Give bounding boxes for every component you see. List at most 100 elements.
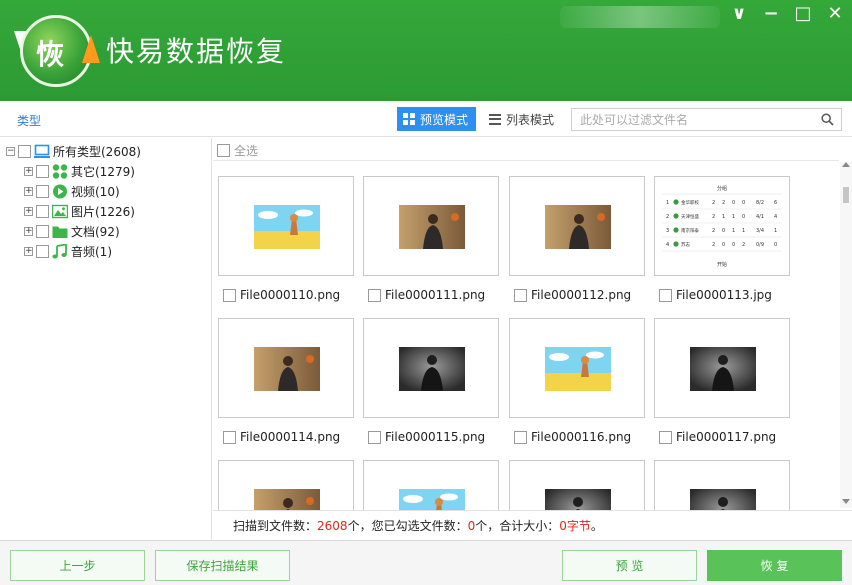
status-bar: 扫描到文件数： 2608 个，您已勾选文件数： 0 个，合计大小： 0字节 。	[213, 510, 852, 540]
file-name-row[interactable]: File0000111.png	[368, 288, 485, 302]
scroll-thumb[interactable]	[843, 187, 849, 203]
svg-text:0: 0	[732, 200, 735, 206]
file-checkbox[interactable]	[223, 288, 236, 302]
file-checkbox[interactable]	[368, 288, 381, 302]
file-name: File0000115.png	[385, 430, 486, 444]
search-icon[interactable]	[821, 113, 834, 126]
file-checkbox[interactable]	[514, 430, 527, 444]
scroll-down-icon[interactable]	[842, 499, 850, 504]
file-name: File0000117.png	[676, 430, 777, 444]
tree-checkbox-all[interactable]	[18, 144, 31, 158]
select-all-checkbox[interactable]	[217, 143, 230, 157]
tree-checkbox[interactable]	[36, 164, 49, 178]
expand-toggle[interactable]: +	[24, 246, 33, 256]
preview-button[interactable]: 预 览	[562, 550, 697, 581]
tree-checkbox[interactable]	[36, 204, 49, 218]
file-name: File0000114.png	[240, 430, 341, 444]
toolbar: 类型 预览模式 列表模式	[0, 101, 852, 137]
select-all-label: 全选	[234, 143, 259, 158]
file-checkbox[interactable]	[659, 288, 672, 302]
file-name-row[interactable]: File0000116.png	[514, 430, 631, 444]
expand-toggle[interactable]: +	[24, 166, 33, 176]
tree-item-images[interactable]: + 图片(1226)	[24, 202, 135, 220]
expand-toggle[interactable]: +	[24, 206, 33, 216]
svg-text:8/2: 8/2	[756, 200, 764, 206]
music-note-icon	[52, 243, 67, 258]
folder-icon	[52, 226, 68, 238]
file-checkbox[interactable]	[223, 430, 236, 444]
svg-text:0: 0	[722, 242, 725, 248]
svg-text:2: 2	[712, 200, 715, 206]
close-button[interactable]: ✕	[824, 4, 846, 24]
file-thumbnail[interactable]	[218, 318, 354, 418]
status-scanned-count: 2608	[317, 518, 348, 533]
collapse-icon[interactable]: ∨	[728, 4, 750, 24]
svg-text:0/9: 0/9	[756, 242, 764, 248]
tree-checkbox[interactable]	[36, 224, 49, 238]
tree-item-other[interactable]: + 其它(1279)	[24, 162, 135, 180]
minimize-button[interactable]: −	[760, 4, 782, 24]
tree-item-documents[interactable]: + 文档(92)	[24, 222, 120, 240]
svg-text:4: 4	[666, 242, 669, 248]
file-name-row[interactable]: File0000115.png	[368, 430, 485, 444]
svg-text:6: 6	[774, 200, 777, 206]
file-checkbox[interactable]	[514, 288, 527, 302]
status-checked-count: 0	[467, 518, 476, 533]
expand-toggle[interactable]: +	[24, 186, 33, 196]
status-total-size: 0字节	[559, 519, 591, 533]
file-thumbnail[interactable]	[363, 176, 499, 276]
svg-text:3: 3	[666, 228, 669, 234]
expand-toggle[interactable]: +	[24, 226, 33, 236]
file-thumbnail[interactable]	[509, 176, 645, 276]
window-controls: ∨ − □ ✕	[728, 4, 846, 24]
svg-text:1: 1	[774, 228, 777, 234]
computer-icon	[34, 144, 50, 158]
tree-checkbox[interactable]	[36, 184, 49, 198]
tree-item-audio[interactable]: + 音频(1)	[24, 242, 112, 260]
thumbnail-image	[399, 205, 465, 252]
recover-button[interactable]: 恢 复	[707, 550, 842, 581]
thumbnail-image	[254, 205, 320, 252]
file-thumbnail[interactable]	[654, 318, 790, 418]
prev-step-button[interactable]: 上一步	[10, 550, 145, 581]
filter-input[interactable]	[572, 109, 812, 130]
svg-text:2: 2	[666, 214, 669, 220]
list-mode-button[interactable]: 列表模式	[485, 107, 565, 131]
file-name-row[interactable]: File0000114.png	[223, 430, 340, 444]
filter-box	[571, 108, 842, 131]
preview-mode-button[interactable]: 预览模式	[397, 107, 476, 131]
tree-checkbox[interactable]	[36, 244, 49, 258]
file-name-row[interactable]: File0000113.jpg	[659, 288, 772, 302]
tree-label: 其它(1279)	[71, 164, 135, 179]
title-bar: 恢 快易数据恢复 ∨ − □ ✕	[0, 0, 852, 101]
vertical-scrollbar[interactable]	[840, 162, 852, 508]
file-checkbox[interactable]	[659, 430, 672, 444]
file-name-row[interactable]: File0000112.png	[514, 288, 631, 302]
tree-item-all[interactable]: − 所有类型(2608)	[6, 142, 141, 160]
file-name-row[interactable]: File0000110.png	[223, 288, 340, 302]
file-thumbnail[interactable]: 分组 1 金华职校 2 2 0 0 8/2 6 2 天津恒盛 2 1 1 0 4/1 4 3 南京阳泰 2 0 1 1 3/4…	[654, 176, 790, 276]
svg-text:2: 2	[742, 242, 745, 248]
svg-text:1: 1	[742, 228, 745, 234]
tree-item-video[interactable]: + 视频(10)	[24, 182, 120, 200]
collapse-toggle[interactable]: −	[6, 146, 15, 156]
svg-text:1: 1	[666, 200, 669, 206]
select-all[interactable]: 全选	[217, 140, 258, 160]
file-name-row[interactable]: File0000117.png	[659, 430, 776, 444]
svg-text:2: 2	[722, 200, 725, 206]
apps-icon	[52, 163, 68, 179]
logo-char: 恢	[36, 38, 65, 71]
file-checkbox[interactable]	[368, 430, 381, 444]
maximize-button[interactable]: □	[792, 4, 814, 24]
svg-text:金华职校: 金华职校	[681, 199, 699, 206]
file-thumbnail[interactable]	[509, 318, 645, 418]
file-thumbnail[interactable]	[363, 318, 499, 418]
type-label: 类型	[17, 114, 42, 128]
save-scan-button[interactable]: 保存扫描结果	[155, 550, 290, 581]
status-end: 。	[590, 519, 603, 533]
svg-text:天津恒盛: 天津恒盛	[681, 213, 699, 220]
file-thumbnail[interactable]	[218, 176, 354, 276]
thumbnail-image	[545, 347, 611, 394]
scroll-up-icon[interactable]	[842, 162, 850, 167]
svg-text:0: 0	[742, 200, 745, 206]
